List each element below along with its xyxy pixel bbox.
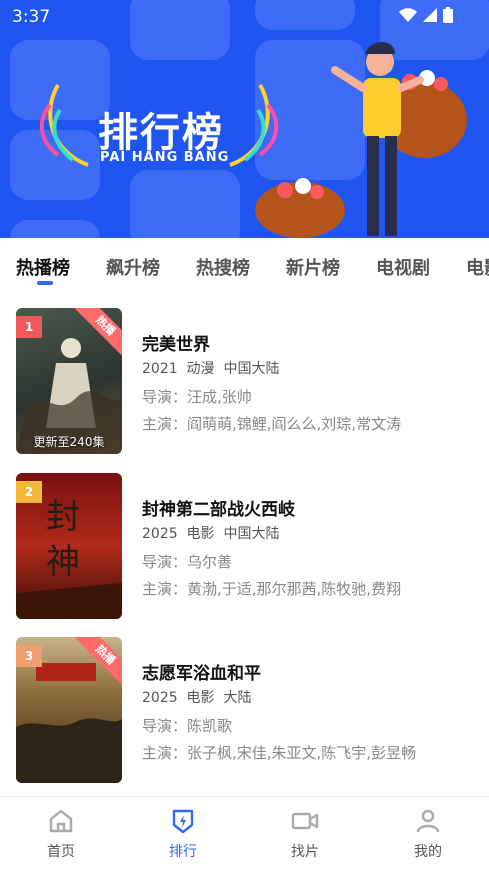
item-title[interactable]: 志愿军浴血和平	[142, 659, 261, 684]
item-title[interactable]: 封神第二部战火西岐	[142, 495, 295, 520]
svg-text:神: 神	[46, 542, 80, 582]
nav-ranking[interactable]: 排行	[153, 807, 213, 861]
item-year: 2025	[142, 526, 178, 542]
item-cast: 主演：张子枫,宋佳,朱亚文,陈飞宇,彭昱畅	[142, 744, 417, 762]
banner-subtitle: PAI HANG BANG	[100, 150, 230, 165]
status-bar: 3:37	[0, 0, 489, 34]
item-meta: 2025 电影 中国大陆	[142, 523, 279, 543]
header-banner: 排行榜 PAI HANG BANG 3:37	[0, 0, 489, 238]
item-cast: 主演：阎萌萌,锦鲤,阎么么,刘琮,常文涛	[142, 415, 402, 433]
poster-image[interactable]: 3 热播	[16, 637, 122, 783]
ranking-tabs: 热播榜 飙升榜 热搜榜 新片榜 电视剧 电影	[0, 238, 489, 298]
item-meta: 2025 电影 大陆	[142, 687, 251, 707]
item-region: 中国大陆	[223, 361, 280, 377]
item-cast: 主演：黄渤,于适,那尔那茜,陈牧驰,费翔	[142, 580, 402, 598]
item-title[interactable]: 完美世界	[142, 330, 210, 355]
nav-home-label: 首页	[47, 844, 75, 860]
nav-profile-label: 我的	[414, 844, 442, 860]
item-year: 2025	[142, 690, 178, 706]
item-year: 2021	[142, 361, 178, 377]
tab-hot-search[interactable]: 热搜榜	[196, 254, 250, 280]
wifi-icon	[399, 8, 417, 22]
item-genre: 电影	[186, 690, 215, 706]
nav-find-movies[interactable]: 找片	[275, 807, 335, 861]
list-item[interactable]: 1 热播 更新至240集 完美世界 2021 动漫 中国大陆 导演：汪成,张帅 …	[0, 308, 489, 458]
rank-badge: 2	[16, 481, 42, 503]
poster-image[interactable]: 封 神 2	[16, 473, 122, 619]
active-tab-indicator	[37, 281, 53, 285]
nav-ranking-label: 排行	[169, 844, 197, 860]
svg-text:封: 封	[46, 497, 80, 537]
rank-badge: 1	[16, 316, 42, 338]
list-item[interactable]: 封 神 2 封神第二部战火西岐 2025 电影 中国大陆 导演：乌尔善 主演：黄…	[0, 473, 489, 623]
item-director: 导演：乌尔善	[142, 553, 233, 571]
laurel-left-icon	[39, 83, 89, 167]
video-camera-icon	[291, 812, 319, 830]
item-genre: 电影	[186, 526, 215, 542]
mascot-illustration	[255, 42, 467, 238]
item-region: 中国大陆	[223, 526, 280, 542]
battery-icon	[443, 7, 453, 23]
item-meta: 2021 动漫 中国大陆	[142, 358, 279, 378]
tab-new-releases[interactable]: 新片榜	[286, 254, 340, 280]
item-genre: 动漫	[186, 361, 215, 377]
item-director: 导演：陈凯歌	[142, 717, 233, 735]
tab-tv-series[interactable]: 电视剧	[376, 254, 430, 280]
tab-hot-play[interactable]: 热播榜	[16, 254, 70, 280]
list-item[interactable]: 3 热播 志愿军浴血和平 2025 电影 大陆 导演：陈凯歌 主演：张子枫,宋佳…	[0, 637, 489, 787]
rank-badge: 3	[16, 645, 42, 667]
tab-movies[interactable]: 电影	[466, 254, 489, 280]
poster-image[interactable]: 1 热播 更新至240集	[16, 308, 122, 454]
status-time: 3:37	[12, 7, 51, 27]
bottom-navigation: 首页 排行 找片 我的	[0, 796, 489, 870]
user-icon	[416, 809, 440, 833]
nav-find-movies-label: 找片	[291, 844, 319, 860]
nav-home[interactable]: 首页	[31, 807, 91, 861]
item-region: 大陆	[223, 690, 252, 706]
item-director: 导演：汪成,张帅	[142, 388, 252, 406]
home-icon	[49, 809, 73, 833]
signal-icon	[423, 8, 437, 22]
ranking-icon	[172, 809, 194, 834]
episode-caption: 更新至240集	[33, 435, 105, 449]
nav-profile[interactable]: 我的	[398, 807, 458, 861]
tab-rising[interactable]: 飙升榜	[106, 254, 160, 280]
